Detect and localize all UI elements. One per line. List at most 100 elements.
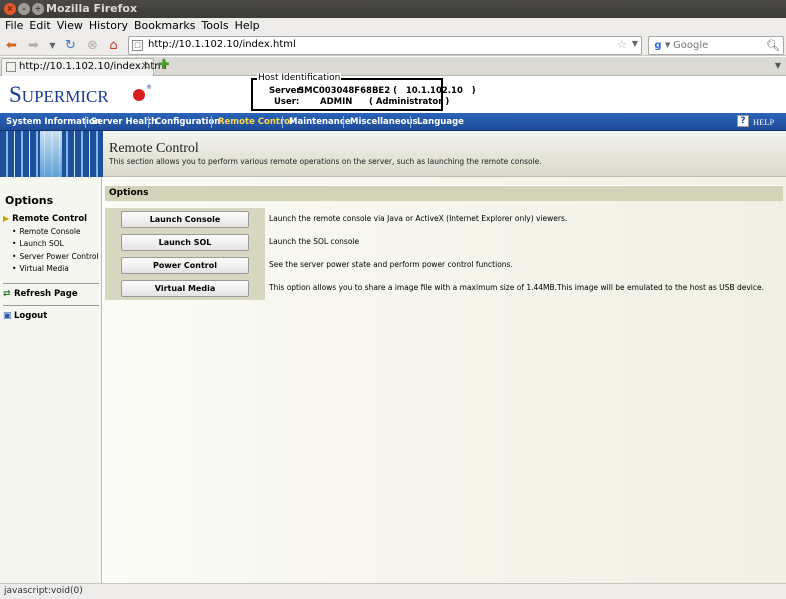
section-title: Remote Control: [109, 141, 199, 156]
supermicro-logo: SUPERMICR: [9, 82, 109, 108]
window-title: Mozilla Firefox: [46, 2, 138, 15]
nav-separator: [148, 116, 149, 128]
main-content: Options Launch Console Launch the remote…: [103, 177, 786, 583]
new-tab-icon[interactable]: ✚: [158, 58, 170, 73]
nav-separator: [211, 116, 212, 128]
button-cell: Launch SOL: [105, 231, 265, 254]
button-cell: Power Control: [105, 254, 265, 277]
menu-bookmarks[interactable]: Bookmarks: [133, 18, 200, 35]
search-engine-dropdown-icon[interactable]: ▼: [665, 41, 670, 49]
tab-close-icon[interactable]: ✕: [141, 61, 149, 72]
reload-icon[interactable]: ↻: [63, 38, 78, 53]
url-dropdown-icon[interactable]: ▼: [632, 39, 638, 48]
options-sidebar: Options ▶Remote Control Remote Console L…: [0, 177, 102, 583]
option-description: Launch the SOL console: [269, 237, 360, 246]
server-value: SMC003048F68BE2 ( 10.1.102.10 ): [298, 86, 476, 96]
main-navigation: System Information Server Health Configu…: [0, 113, 786, 131]
table-row: Power Control See the server power state…: [105, 254, 781, 277]
refresh-icon: ⇄: [3, 289, 11, 299]
section-description: This section allows you to perform vario…: [109, 157, 542, 166]
search-input[interactable]: [673, 38, 763, 53]
sidebar-item-server-power-control[interactable]: Server Power Control: [12, 252, 98, 261]
option-description: This option allows you to share a image …: [269, 283, 764, 292]
page-header: SUPERMICR ® Host Identification Server: …: [0, 73, 786, 113]
window-close-button[interactable]: ×: [4, 3, 16, 15]
sidebar-title: Options: [5, 194, 54, 207]
sidebar-item-launch-sol[interactable]: Launch SOL: [12, 239, 63, 248]
option-description: Launch the remote console via Java or Ac…: [269, 214, 568, 223]
option-description: See the server power state and perform p…: [269, 260, 513, 269]
refresh-page-label: Refresh Page: [14, 289, 78, 299]
nav-separator: [410, 116, 411, 128]
bookmark-star-icon[interactable]: ☆: [617, 38, 627, 51]
launch-sol-button[interactable]: Launch SOL: [121, 234, 249, 251]
google-search-engine-icon[interactable]: g: [651, 39, 665, 52]
nav-system-information[interactable]: System Information: [6, 117, 101, 127]
nav-separator: [282, 116, 283, 128]
browser-tab[interactable]: http://10.1.102.10/index.html ✕: [1, 58, 167, 76]
sidebar-item-label: Remote Control: [12, 214, 88, 224]
stop-icon[interactable]: ⊗: [85, 38, 100, 53]
nav-miscellaneous[interactable]: Miscellaneous: [350, 117, 418, 127]
refresh-page-link[interactable]: ⇄ Refresh Page: [3, 289, 78, 299]
menu-help[interactable]: Help: [234, 18, 265, 35]
table-row: Launch Console Launch the remote console…: [105, 208, 781, 231]
user-label: User:: [274, 97, 300, 107]
logout-icon: ▣: [3, 311, 12, 321]
virtual-media-button[interactable]: Virtual Media: [121, 280, 249, 297]
sidebar-divider: [3, 305, 99, 306]
host-identification-box: Host Identification Server: SMC003048F68…: [251, 73, 476, 111]
status-bar: javascript:void(0): [0, 583, 786, 599]
nav-maintenance[interactable]: Maintenance: [289, 117, 351, 127]
site-identity-icon[interactable]: □: [132, 40, 143, 51]
user-role: ( Administrator ): [369, 97, 450, 107]
url-bar[interactable]: □ http://10.1.102.10/index.html ☆ ▼: [128, 36, 642, 55]
menu-edit[interactable]: Edit: [28, 18, 55, 35]
button-cell: Launch Console: [105, 208, 265, 231]
section-banner: Remote Control This section allows you t…: [0, 131, 786, 177]
menu-view[interactable]: View: [56, 18, 88, 35]
nav-separator: [85, 116, 86, 128]
user-value: ADMIN: [320, 97, 353, 107]
window-maximize-button[interactable]: +: [32, 3, 44, 15]
tab-bar: http://10.1.102.10/index.html ✕ ✚ ▼: [0, 57, 786, 76]
logo-dot: [133, 89, 145, 101]
search-icon[interactable]: 🔍︎: [766, 39, 780, 52]
menubar: File Edit View History Bookmarks Tools H…: [0, 18, 786, 35]
window-minimize-button[interactable]: –: [18, 3, 30, 15]
nav-separator: [343, 116, 344, 128]
logout-label: Logout: [14, 311, 48, 321]
menu-tools[interactable]: Tools: [200, 18, 233, 35]
launch-console-button[interactable]: Launch Console: [121, 211, 249, 228]
logo-initial: S: [9, 82, 22, 107]
navigation-toolbar: ⬅ ➡ ▼ ↻ ⊗ ⌂ □ http://10.1.102.10/index.h…: [0, 35, 786, 56]
tab-list-dropdown-icon[interactable]: ▼: [775, 61, 781, 70]
options-header-label: Options: [109, 188, 149, 198]
status-text: javascript:void(0): [4, 586, 83, 596]
sidebar-item-remote-console[interactable]: Remote Console: [12, 227, 80, 236]
home-icon[interactable]: ⌂: [106, 38, 121, 53]
menu-file[interactable]: File: [4, 18, 28, 35]
menu-history[interactable]: History: [88, 18, 133, 35]
back-arrow-icon[interactable]: ⬅: [4, 38, 19, 53]
triangle-right-icon: ▶: [3, 214, 10, 223]
options-header: Options: [105, 185, 783, 201]
help-icon[interactable]: ?: [737, 115, 749, 127]
page-favicon-icon: [6, 62, 16, 72]
sidebar-item-remote-control[interactable]: ▶ Remote Control: [3, 214, 87, 224]
nav-language[interactable]: Language: [417, 117, 464, 127]
url-text[interactable]: http://10.1.102.10/index.html: [148, 39, 296, 50]
window-titlebar: × – + Mozilla Firefox: [0, 0, 786, 18]
forward-arrow-icon[interactable]: ➡: [26, 38, 41, 53]
server-room-image: [0, 131, 103, 177]
power-control-button[interactable]: Power Control: [121, 257, 249, 274]
history-dropdown-icon[interactable]: ▼: [45, 38, 60, 53]
button-cell: Virtual Media: [105, 277, 265, 300]
logo-registered-mark: ®: [146, 84, 152, 91]
help-link[interactable]: HELP: [753, 117, 774, 127]
sidebar-item-virtual-media[interactable]: Virtual Media: [12, 264, 68, 273]
window-controls: × – +: [4, 3, 44, 15]
host-identification-legend: Host Identification: [257, 73, 342, 83]
logout-link[interactable]: ▣ Logout: [3, 311, 47, 321]
search-bar[interactable]: g ▼ 🔍︎: [648, 36, 784, 55]
